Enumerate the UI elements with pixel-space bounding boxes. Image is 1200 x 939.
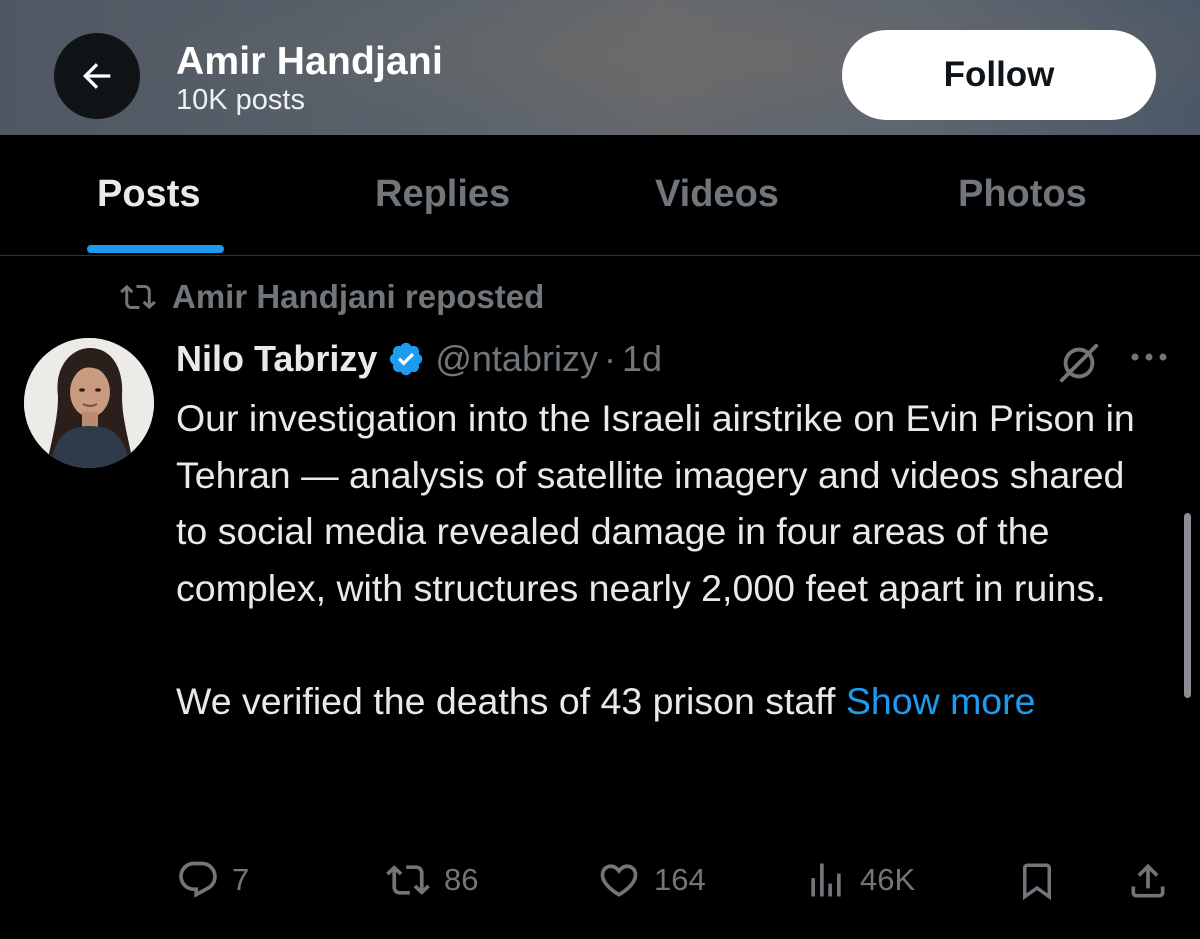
profile-header: Amir Handjani 10K posts Follow [0, 0, 1200, 135]
analytics-icon [811, 863, 841, 897]
tweet-text: Our investigation into the Israeli airst… [176, 390, 1136, 729]
active-tab-indicator [87, 245, 224, 253]
arrow-left-icon [83, 63, 111, 89]
views-button[interactable]: 46K [804, 858, 915, 902]
tweet-header: Nilo Tabrizy @ntabrizy · 1d [176, 334, 662, 384]
repost-count: 86 [444, 862, 479, 897]
follow-button[interactable]: Follow [842, 30, 1156, 120]
tweet-paragraph: We verified the deaths of 43 prison staf… [176, 673, 1136, 730]
bookmark-icon [1023, 863, 1051, 901]
profile-tabs: Posts Replies Videos Photos [0, 135, 1200, 256]
more-options-icon[interactable] [1128, 350, 1172, 369]
like-count: 164 [654, 862, 706, 897]
tweet-paragraph: Our investigation into the Israeli airst… [176, 397, 1135, 609]
grok-icon[interactable] [1056, 340, 1102, 391]
author-name[interactable]: Nilo Tabrizy [176, 338, 377, 380]
author-handle[interactable]: @ntabrizy [435, 338, 598, 380]
tab-posts[interactable]: Posts [97, 173, 200, 216]
like-button[interactable]: 164 [596, 858, 706, 902]
separator-dot: · [603, 338, 616, 379]
avatar[interactable] [24, 338, 154, 468]
verified-badge-icon [387, 340, 425, 378]
reply-button[interactable]: 7 [176, 858, 249, 902]
bookmark-button[interactable] [1016, 858, 1058, 904]
tweet-paragraph-text: We verified the deaths of 43 prison staf… [176, 679, 836, 722]
scrollbar[interactable] [1184, 513, 1191, 698]
tab-replies[interactable]: Replies [375, 173, 510, 216]
repost-button[interactable]: 86 [384, 858, 478, 902]
author-photo [24, 338, 154, 468]
view-count: 46K [860, 862, 916, 897]
reply-count: 7 [232, 862, 250, 897]
post-count: 10K posts [176, 84, 305, 116]
heart-icon [600, 864, 638, 897]
tab-photos[interactable]: Photos [958, 173, 1087, 216]
profile-name: Amir Handjani [176, 40, 443, 83]
repost-indicator: Amir Handjani reposted [118, 278, 544, 316]
repost-icon [120, 284, 156, 310]
repost-label[interactable]: Amir Handjani reposted [172, 278, 544, 316]
repost-icon [386, 865, 430, 895]
timestamp[interactable]: 1d [622, 338, 662, 380]
share-icon [1131, 863, 1165, 898]
show-more-link[interactable]: Show more [846, 680, 1036, 722]
share-button[interactable] [1126, 858, 1170, 904]
reply-icon [179, 861, 217, 898]
tab-videos[interactable]: Videos [655, 173, 779, 216]
back-button[interactable] [54, 33, 140, 119]
